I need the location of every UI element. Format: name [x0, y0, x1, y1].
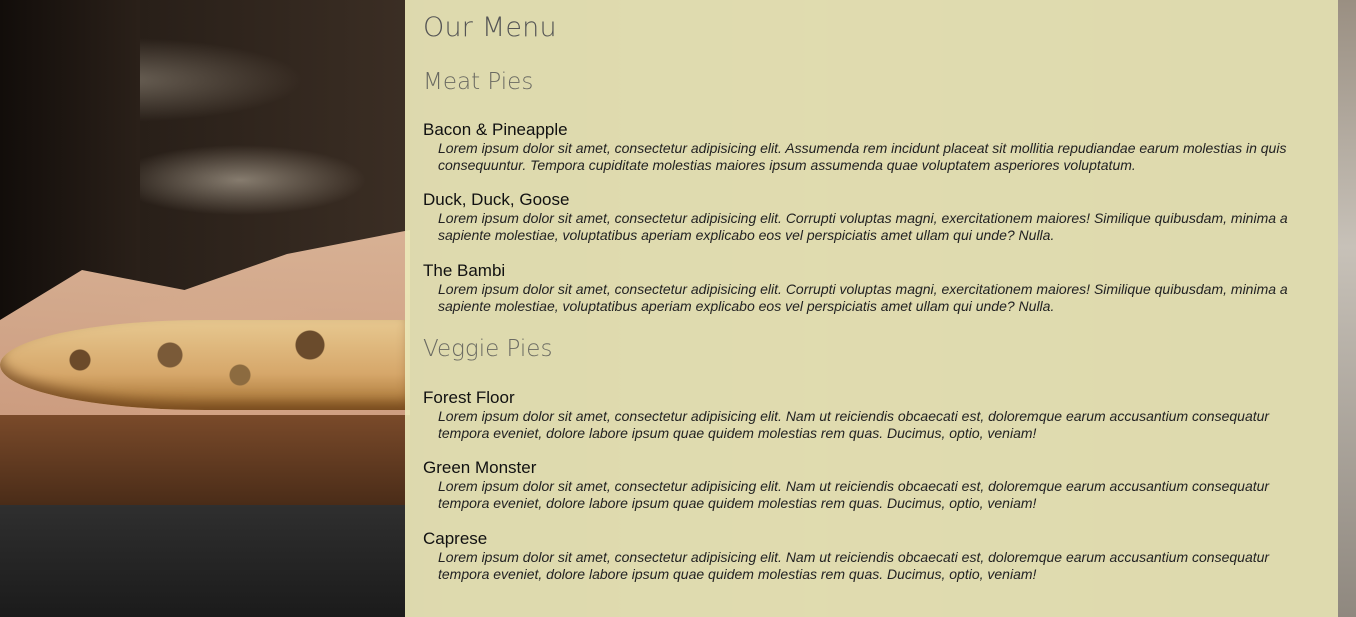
menu-item-description: Lorem ipsum dolor sit amet, consectetur …: [438, 210, 1288, 243]
menu-item-name: Caprese: [423, 529, 488, 548]
pizza-image: [0, 320, 410, 410]
menu-item: Duck, Duck, Goose Lorem ipsum dolor sit …: [423, 190, 1318, 244]
serving-board: [0, 415, 410, 505]
menu-item-name: Duck, Duck, Goose: [423, 190, 570, 209]
section-heading-veggie-pies: Veggie Pies: [423, 336, 553, 362]
menu-item: Forest Floor Lorem ipsum dolor sit amet,…: [423, 388, 1318, 442]
menu-item-name: Forest Floor: [423, 388, 515, 407]
menu-item: The Bambi Lorem ipsum dolor sit amet, co…: [423, 261, 1318, 315]
menu-item-description: Lorem ipsum dolor sit amet, consectetur …: [438, 549, 1270, 582]
menu-item-description: Lorem ipsum dolor sit amet, consectetur …: [438, 140, 1287, 173]
menu-item-name: Green Monster: [423, 458, 537, 477]
background-edge: [1338, 0, 1356, 617]
menu-item: Green Monster Lorem ipsum dolor sit amet…: [423, 458, 1318, 512]
table-surface: [0, 505, 410, 617]
menu-item-name: The Bambi: [423, 261, 506, 280]
menu-item-name: Bacon & Pineapple: [423, 120, 568, 139]
page-title: Our Menu: [423, 12, 557, 43]
menu-item: Caprese Lorem ipsum dolor sit amet, cons…: [423, 529, 1318, 583]
menu-item-description: Lorem ipsum dolor sit amet, consectetur …: [438, 281, 1288, 314]
menu-item-description: Lorem ipsum dolor sit amet, consectetur …: [438, 478, 1270, 511]
menu-item: Bacon & Pineapple Lorem ipsum dolor sit …: [423, 120, 1318, 174]
section-heading-meat-pies: Meat Pies: [423, 69, 534, 95]
menu-panel: Our Menu Meat Pies Bacon & Pineapple Lor…: [405, 0, 1338, 617]
menu-item-description: Lorem ipsum dolor sit amet, consectetur …: [438, 408, 1270, 441]
